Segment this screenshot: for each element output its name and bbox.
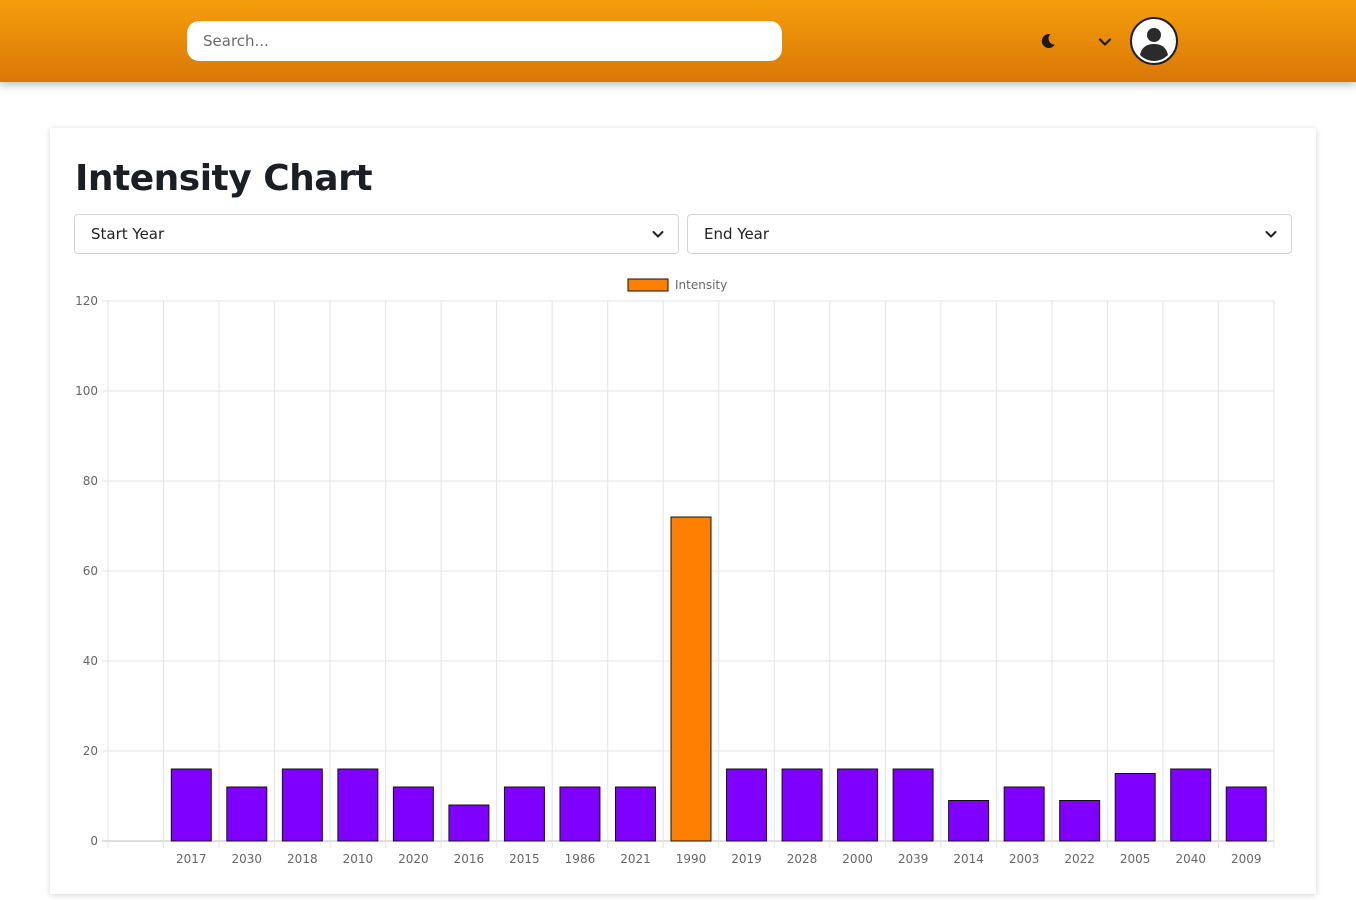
x-tick-label: 2010 bbox=[343, 852, 374, 866]
x-tick-label: 2016 bbox=[454, 852, 485, 866]
x-tick-label: 2014 bbox=[953, 852, 984, 866]
bar-2000 bbox=[837, 768, 879, 842]
x-tick-label: 2003 bbox=[1009, 852, 1040, 866]
bar-1990 bbox=[670, 516, 712, 842]
x-tick-label: 2039 bbox=[898, 852, 929, 866]
search-input[interactable] bbox=[187, 21, 782, 61]
bar-2009 bbox=[1225, 786, 1267, 842]
bar-1986 bbox=[559, 786, 601, 842]
bar-2019 bbox=[726, 768, 768, 842]
y-tick-label: 120 bbox=[75, 294, 98, 308]
bar-2017 bbox=[170, 768, 212, 842]
x-tick-label: 2000 bbox=[842, 852, 873, 866]
x-tick-label: 2005 bbox=[1120, 852, 1151, 866]
x-tick-label: 1986 bbox=[565, 852, 596, 866]
top-navbar bbox=[0, 0, 1356, 82]
x-tick-label: 2017 bbox=[176, 852, 207, 866]
user-avatar[interactable] bbox=[1130, 17, 1178, 65]
x-tick-label: 2020 bbox=[398, 852, 429, 866]
chart-card: Intensity Chart Start Year End Year 0 20 4… bbox=[50, 128, 1316, 894]
chevron-down-icon[interactable] bbox=[1095, 32, 1115, 52]
y-tick-label: 80 bbox=[83, 474, 98, 488]
legend-label: Intensity bbox=[675, 278, 727, 292]
bar-2016 bbox=[448, 804, 490, 842]
bar-2040 bbox=[1170, 768, 1212, 842]
bar-2021 bbox=[614, 786, 656, 842]
bar-2020 bbox=[392, 786, 434, 842]
user-avatar-icon bbox=[1134, 21, 1174, 61]
x-tick-label: 2015 bbox=[509, 852, 540, 866]
bar-2003 bbox=[1003, 786, 1045, 842]
y-tick-label: 40 bbox=[83, 654, 98, 668]
legend-swatch bbox=[627, 278, 669, 292]
bar-2028 bbox=[781, 768, 823, 842]
y-tick-label: 60 bbox=[83, 564, 98, 578]
x-tick-label: 2019 bbox=[731, 852, 762, 866]
bar-2022 bbox=[1059, 800, 1101, 842]
x-tick-label: 2009 bbox=[1231, 852, 1262, 866]
bar-2014 bbox=[948, 800, 990, 842]
y-tick-label: 100 bbox=[75, 384, 98, 398]
bar-2015 bbox=[503, 786, 545, 842]
bar-2005 bbox=[1114, 773, 1156, 842]
bar-2030 bbox=[226, 786, 268, 842]
x-tick-label: 1990 bbox=[676, 852, 707, 866]
x-tick-label: 2022 bbox=[1064, 852, 1095, 866]
x-tick-label: 2028 bbox=[787, 852, 818, 866]
x-tick-label: 2040 bbox=[1175, 852, 1206, 866]
y-tick-label: 20 bbox=[83, 744, 98, 758]
bar-2039 bbox=[892, 768, 934, 842]
moon-icon[interactable] bbox=[1038, 31, 1058, 51]
x-tick-label: 2030 bbox=[232, 852, 263, 866]
bar-2010 bbox=[337, 768, 379, 842]
x-tick-label: 2018 bbox=[287, 852, 318, 866]
intensity-bar-chart: 0204060801001202017 2030 2018 2010 2020 2016 2… bbox=[75, 278, 1275, 866]
bar-2018 bbox=[281, 768, 323, 842]
y-tick-label: 0 bbox=[90, 834, 98, 848]
x-tick-label: 2021 bbox=[620, 852, 651, 866]
